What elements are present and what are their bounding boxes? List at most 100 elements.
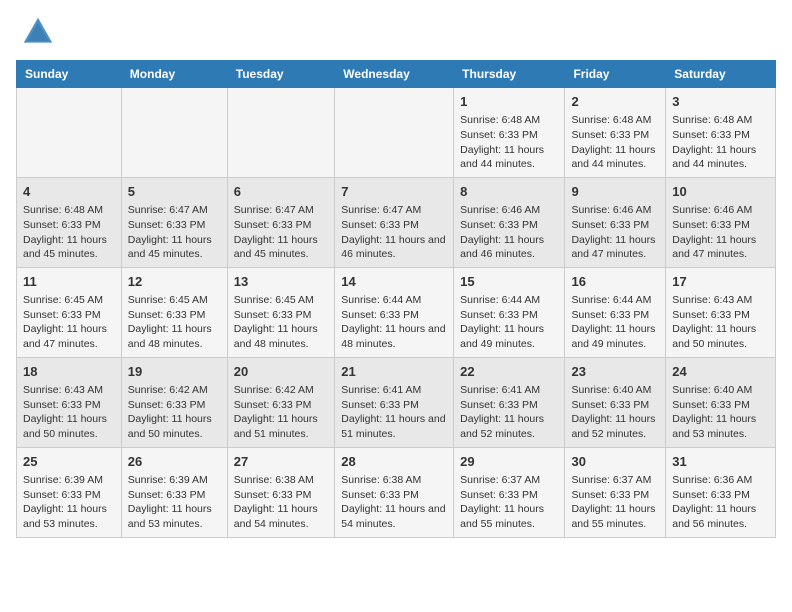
day-info: Sunrise: 6:38 AM Sunset: 6:33 PM Dayligh… — [234, 473, 329, 532]
day-info: Sunrise: 6:48 AM Sunset: 6:33 PM Dayligh… — [571, 113, 659, 172]
calendar-header-wednesday: Wednesday — [335, 61, 454, 88]
calendar-week-row: 18 Sunrise: 6:43 AM Sunset: 6:33 PM Dayli… — [17, 357, 776, 447]
calendar-cell: 19 Sunrise: 6:42 AM Sunset: 6:33 PM Dayli… — [121, 357, 227, 447]
day-info: Sunrise: 6:47 AM Sunset: 6:33 PM Dayligh… — [234, 203, 329, 262]
calendar-header-monday: Monday — [121, 61, 227, 88]
day-info: Sunrise: 6:45 AM Sunset: 6:33 PM Dayligh… — [23, 293, 115, 352]
calendar-cell: 23 Sunrise: 6:40 AM Sunset: 6:33 PM Dayli… — [565, 357, 666, 447]
day-info: Sunrise: 6:45 AM Sunset: 6:33 PM Dayligh… — [128, 293, 221, 352]
day-number: 29 — [460, 453, 558, 471]
day-number: 20 — [234, 363, 329, 381]
calendar-cell: 12 Sunrise: 6:45 AM Sunset: 6:33 PM Dayli… — [121, 267, 227, 357]
calendar-cell: 28Sunrise: 6:38 AM Sunset: 6:33 PM Dayli… — [335, 447, 454, 537]
day-number: 21 — [341, 363, 447, 381]
day-number: 13 — [234, 273, 329, 291]
day-number: 23 — [571, 363, 659, 381]
calendar-cell: 21Sunrise: 6:41 AM Sunset: 6:33 PM Dayli… — [335, 357, 454, 447]
day-number: 19 — [128, 363, 221, 381]
day-number: 3 — [672, 93, 769, 111]
day-number: 17 — [672, 273, 769, 291]
day-info: Sunrise: 6:47 AM Sunset: 6:33 PM Dayligh… — [341, 203, 447, 262]
day-info: Sunrise: 6:41 AM Sunset: 6:33 PM Dayligh… — [460, 383, 558, 442]
day-info: Sunrise: 6:39 AM Sunset: 6:33 PM Dayligh… — [128, 473, 221, 532]
day-info: Sunrise: 6:37 AM Sunset: 6:33 PM Dayligh… — [571, 473, 659, 532]
day-number: 25 — [23, 453, 115, 471]
day-info: Sunrise: 6:44 AM Sunset: 6:33 PM Dayligh… — [341, 293, 447, 352]
day-info: Sunrise: 6:46 AM Sunset: 6:33 PM Dayligh… — [460, 203, 558, 262]
day-info: Sunrise: 6:48 AM Sunset: 6:33 PM Dayligh… — [460, 113, 558, 172]
day-number: 11 — [23, 273, 115, 291]
day-info: Sunrise: 6:36 AM Sunset: 6:33 PM Dayligh… — [672, 473, 769, 532]
calendar-week-row: 4 Sunrise: 6:48 AM Sunset: 6:33 PM Daylig… — [17, 177, 776, 267]
calendar-cell: 8 Sunrise: 6:46 AM Sunset: 6:33 PM Daylig… — [454, 177, 565, 267]
calendar-cell: 20 Sunrise: 6:42 AM Sunset: 6:33 PM Dayli… — [227, 357, 335, 447]
day-number: 15 — [460, 273, 558, 291]
day-info: Sunrise: 6:44 AM Sunset: 6:33 PM Dayligh… — [460, 293, 558, 352]
day-number: 18 — [23, 363, 115, 381]
day-number: 1 — [460, 93, 558, 111]
calendar-header-row: SundayMondayTuesdayWednesdayThursdayFrid… — [17, 61, 776, 88]
day-number: 10 — [672, 183, 769, 201]
day-info: Sunrise: 6:48 AM Sunset: 6:33 PM Dayligh… — [672, 113, 769, 172]
calendar-week-row: 1 Sunrise: 6:48 AM Sunset: 6:33 PM Daylig… — [17, 88, 776, 178]
day-info: Sunrise: 6:43 AM Sunset: 6:33 PM Dayligh… — [23, 383, 115, 442]
logo-icon — [22, 16, 54, 48]
calendar-week-row: 11 Sunrise: 6:45 AM Sunset: 6:33 PM Dayli… — [17, 267, 776, 357]
day-number: 7 — [341, 183, 447, 201]
calendar-cell — [335, 88, 454, 178]
calendar-header-thursday: Thursday — [454, 61, 565, 88]
day-info: Sunrise: 6:46 AM Sunset: 6:33 PM Dayligh… — [571, 203, 659, 262]
day-info: Sunrise: 6:47 AM Sunset: 6:33 PM Dayligh… — [128, 203, 221, 262]
calendar-cell: 17 Sunrise: 6:43 AM Sunset: 6:33 PM Dayli… — [666, 267, 776, 357]
calendar-cell — [121, 88, 227, 178]
calendar-table: SundayMondayTuesdayWednesdayThursdayFrid… — [16, 60, 776, 538]
calendar-cell: 4 Sunrise: 6:48 AM Sunset: 6:33 PM Daylig… — [17, 177, 122, 267]
calendar-header-saturday: Saturday — [666, 61, 776, 88]
calendar-cell: 27Sunrise: 6:38 AM Sunset: 6:33 PM Dayli… — [227, 447, 335, 537]
day-number: 16 — [571, 273, 659, 291]
day-number: 2 — [571, 93, 659, 111]
page-header — [16, 16, 776, 48]
calendar-cell: 10 Sunrise: 6:46 AM Sunset: 6:33 PM Dayli… — [666, 177, 776, 267]
day-info: Sunrise: 6:44 AM Sunset: 6:33 PM Dayligh… — [571, 293, 659, 352]
day-number: 9 — [571, 183, 659, 201]
day-number: 26 — [128, 453, 221, 471]
day-info: Sunrise: 6:46 AM Sunset: 6:33 PM Dayligh… — [672, 203, 769, 262]
calendar-cell: 14 Sunrise: 6:44 AM Sunset: 6:33 PM Dayli… — [335, 267, 454, 357]
calendar-cell: 16 Sunrise: 6:44 AM Sunset: 6:33 PM Dayli… — [565, 267, 666, 357]
day-number: 4 — [23, 183, 115, 201]
day-number: 6 — [234, 183, 329, 201]
calendar-cell: 25 Sunrise: 6:39 AM Sunset: 6:33 PM Dayli… — [17, 447, 122, 537]
day-number: 31 — [672, 453, 769, 471]
day-info: Sunrise: 6:39 AM Sunset: 6:33 PM Dayligh… — [23, 473, 115, 532]
calendar-cell: 2 Sunrise: 6:48 AM Sunset: 6:33 PM Daylig… — [565, 88, 666, 178]
day-info: Sunrise: 6:40 AM Sunset: 6:33 PM Dayligh… — [672, 383, 769, 442]
day-info: Sunrise: 6:48 AM Sunset: 6:33 PM Dayligh… — [23, 203, 115, 262]
day-number: 14 — [341, 273, 447, 291]
calendar-cell: 26 Sunrise: 6:39 AM Sunset: 6:33 PM Dayli… — [121, 447, 227, 537]
logo — [16, 16, 54, 48]
calendar-header-tuesday: Tuesday — [227, 61, 335, 88]
day-info: Sunrise: 6:45 AM Sunset: 6:33 PM Dayligh… — [234, 293, 329, 352]
calendar-cell: 24Sunrise: 6:40 AM Sunset: 6:33 PM Dayli… — [666, 357, 776, 447]
calendar-header-sunday: Sunday — [17, 61, 122, 88]
calendar-cell — [17, 88, 122, 178]
day-number: 12 — [128, 273, 221, 291]
calendar-cell: 3 Sunrise: 6:48 AM Sunset: 6:33 PM Daylig… — [666, 88, 776, 178]
day-info: Sunrise: 6:42 AM Sunset: 6:33 PM Dayligh… — [128, 383, 221, 442]
calendar-cell: 30 Sunrise: 6:37 AM Sunset: 6:33 PM Dayli… — [565, 447, 666, 537]
day-number: 30 — [571, 453, 659, 471]
day-number: 22 — [460, 363, 558, 381]
day-number: 28 — [341, 453, 447, 471]
day-info: Sunrise: 6:37 AM Sunset: 6:33 PM Dayligh… — [460, 473, 558, 532]
calendar-cell: 18 Sunrise: 6:43 AM Sunset: 6:33 PM Dayli… — [17, 357, 122, 447]
calendar-cell: 7 Sunrise: 6:47 AM Sunset: 6:33 PM Daylig… — [335, 177, 454, 267]
calendar-cell: 22 Sunrise: 6:41 AM Sunset: 6:33 PM Dayli… — [454, 357, 565, 447]
calendar-header-friday: Friday — [565, 61, 666, 88]
day-info: Sunrise: 6:42 AM Sunset: 6:33 PM Dayligh… — [234, 383, 329, 442]
day-number: 8 — [460, 183, 558, 201]
calendar-cell: 29 Sunrise: 6:37 AM Sunset: 6:33 PM Dayli… — [454, 447, 565, 537]
day-info: Sunrise: 6:40 AM Sunset: 6:33 PM Dayligh… — [571, 383, 659, 442]
day-info: Sunrise: 6:43 AM Sunset: 6:33 PM Dayligh… — [672, 293, 769, 352]
calendar-cell: 5Sunrise: 6:47 AM Sunset: 6:33 PM Daylig… — [121, 177, 227, 267]
